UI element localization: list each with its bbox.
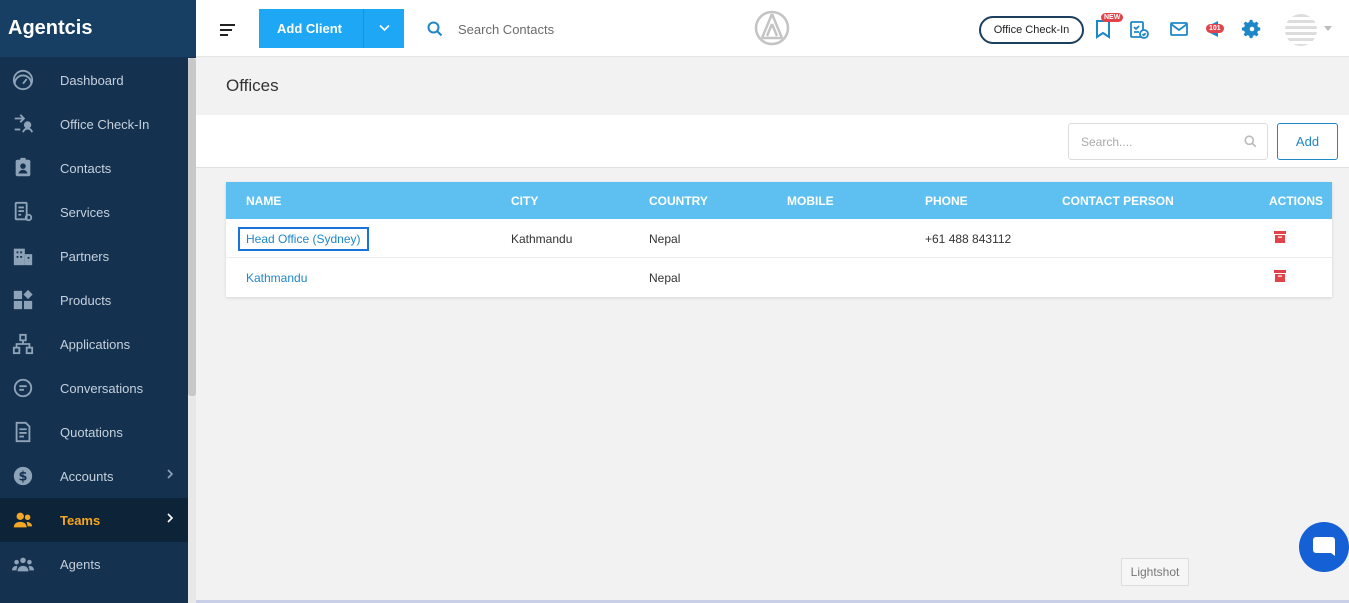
sidebar-item-label: Services xyxy=(60,204,110,220)
quotations-icon xyxy=(0,421,60,443)
search-contacts-input[interactable] xyxy=(458,18,658,40)
svg-text:$: $ xyxy=(18,470,27,485)
sidebar-item-label: Teams xyxy=(60,512,101,528)
tasks-icon[interactable] xyxy=(1129,18,1151,40)
add-client-button[interactable]: Add Client xyxy=(259,9,404,48)
sidebar-item-conversations[interactable]: Conversations xyxy=(0,366,188,410)
sidebar-item-services[interactable]: Services xyxy=(0,190,188,234)
applications-icon xyxy=(0,333,60,355)
menu-toggle-icon[interactable] xyxy=(220,24,236,36)
agents-icon xyxy=(0,553,60,575)
sidebar-nav: Dashboard Office Check-In Contacts Servi… xyxy=(0,58,188,586)
sidebar-item-products[interactable]: Products xyxy=(0,278,188,322)
dashboard-icon xyxy=(0,69,60,91)
sidebar-item-contacts[interactable]: Contacts xyxy=(0,146,188,190)
column-header-city[interactable]: CITY xyxy=(511,194,538,208)
sidebar-item-office-check-in[interactable]: Office Check-In xyxy=(0,102,188,146)
sidebar-item-label: Quotations xyxy=(60,424,123,440)
new-badge: NEW xyxy=(1101,13,1124,22)
offices-search-input[interactable] xyxy=(1068,123,1268,160)
sidebar-item-agents[interactable]: Agents xyxy=(0,542,188,586)
offices-toolbar: Add xyxy=(196,115,1349,168)
contacts-icon xyxy=(0,157,60,179)
chevron-right-icon xyxy=(167,469,174,479)
sidebar-item-dashboard[interactable]: Dashboard xyxy=(0,58,188,102)
chevron-down-icon[interactable] xyxy=(379,24,390,32)
office-country: Nepal xyxy=(649,271,681,285)
archive-icon[interactable] xyxy=(1274,231,1286,243)
table-row: Kathmandu Nepal xyxy=(226,258,1332,297)
chevron-right-icon xyxy=(167,513,174,523)
lightshot-tooltip: Lightshot xyxy=(1121,558,1189,586)
check-in-icon xyxy=(0,113,60,135)
office-name-link[interactable]: Kathmandu xyxy=(246,271,307,285)
services-icon xyxy=(0,201,60,223)
column-header-mobile[interactable]: MOBILE xyxy=(787,194,834,208)
brand-logo[interactable]: Agentcis xyxy=(0,0,196,57)
column-header-contact-person[interactable]: CONTACT PERSON xyxy=(1062,194,1174,208)
add-client-divider xyxy=(363,9,364,48)
chat-icon xyxy=(1313,537,1335,556)
conversations-icon xyxy=(0,377,60,399)
archive-icon[interactable] xyxy=(1274,270,1286,282)
office-phone: +61 488 843112 xyxy=(925,232,1012,246)
sidebar-item-accounts[interactable]: $ Accounts xyxy=(0,454,188,498)
notification-count-badge: 101 xyxy=(1206,24,1224,33)
sidebar-item-label: Products xyxy=(60,292,112,308)
add-office-button[interactable]: Add xyxy=(1277,123,1338,160)
search-icon[interactable] xyxy=(1244,135,1257,148)
chat-widget-button[interactable] xyxy=(1299,522,1349,572)
products-icon xyxy=(0,289,60,311)
sidebar-item-label: Conversations xyxy=(60,380,144,396)
notification-icon[interactable]: 101 xyxy=(1205,18,1227,40)
offices-table: NAME CITY COUNTRY MOBILE PHONE CONTACT P… xyxy=(226,182,1332,297)
sidebar-item-teams[interactable]: Teams xyxy=(0,498,188,542)
user-avatar[interactable] xyxy=(1285,14,1317,46)
column-header-actions: ACTIONS xyxy=(1269,194,1323,208)
column-header-name[interactable]: NAME xyxy=(246,194,281,208)
office-city: Kathmandu xyxy=(511,232,573,246)
add-client-label: Add Client xyxy=(277,21,342,36)
table-header: NAME CITY COUNTRY MOBILE PHONE CONTACT P… xyxy=(226,182,1332,219)
partners-icon xyxy=(0,245,60,267)
table-row: Head Office (Sydney) Kathmandu Nepal +61… xyxy=(226,219,1332,258)
sidebar-scrollbar-thumb[interactable] xyxy=(188,58,196,396)
sidebar-item-label: Office Check-In xyxy=(60,116,150,132)
column-header-phone[interactable]: PHONE xyxy=(925,194,968,208)
sidebar-item-label: Accounts xyxy=(60,468,114,484)
sidebar-item-quotations[interactable]: Quotations xyxy=(0,410,188,454)
office-name-link[interactable]: Head Office (Sydney) xyxy=(238,227,369,251)
office-check-in-button[interactable]: Office Check-In xyxy=(979,16,1084,44)
sidebar-item-label: Applications xyxy=(60,336,131,352)
gear-icon[interactable] xyxy=(1241,18,1263,40)
bookmark-new-icon[interactable]: NEW xyxy=(1093,13,1124,40)
caret-down-icon[interactable] xyxy=(1324,26,1332,31)
search-icon[interactable] xyxy=(427,21,443,37)
accounts-icon: $ xyxy=(0,465,60,487)
sidebar-item-label: Dashboard xyxy=(60,72,124,88)
sidebar-item-label: Agents xyxy=(60,556,101,572)
top-bar: Add Client Office Check-In NEW 101 xyxy=(196,0,1349,57)
sidebar-item-label: Partners xyxy=(60,248,110,264)
column-header-country[interactable]: COUNTRY xyxy=(649,194,708,208)
teams-icon xyxy=(0,509,60,531)
company-logo-icon xyxy=(754,10,790,46)
page-title: Offices xyxy=(226,76,279,95)
sidebar-item-label: Contacts xyxy=(60,160,112,176)
sidebar-item-partners[interactable]: Partners xyxy=(0,234,188,278)
sidebar-item-applications[interactable]: Applications xyxy=(0,322,188,366)
mail-icon[interactable] xyxy=(1168,18,1190,40)
office-country: Nepal xyxy=(649,232,681,246)
sidebar: Agentcis Dashboard Office Check-In Conta… xyxy=(0,0,196,603)
